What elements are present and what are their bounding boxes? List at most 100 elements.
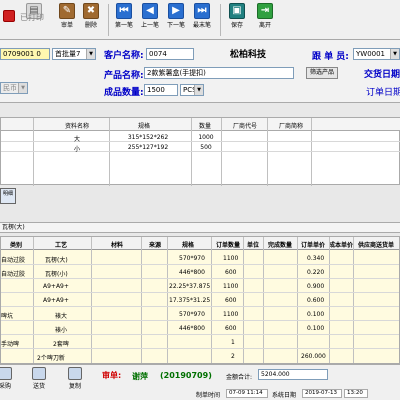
stop-button[interactable] (2, 2, 16, 38)
chevron-down-icon: ▼ (18, 83, 27, 93)
proc-row-1-category[interactable]: 自动过胶 (1, 255, 25, 264)
col-source: 来源 (148, 242, 161, 249)
delivery-button[interactable]: 送货 (26, 367, 52, 390)
proc-row-3-qty[interactable]: 1100 (223, 283, 238, 290)
salesman-label: 跟 单 员: (312, 52, 349, 62)
proc-row-2-qty[interactable]: 600 (225, 269, 236, 276)
proc-row-4-spec[interactable]: 17.375*31.25 (169, 297, 210, 304)
proc-row-2-craft[interactable]: 瓦楞(小) (45, 269, 68, 278)
material-row-2-spec[interactable]: 255*127*192 (113, 144, 183, 151)
material-row-1-spec[interactable]: 315*152*262 (113, 134, 183, 141)
currency-select[interactable]: 民币 ▼ (0, 82, 28, 94)
toolbar-separator (220, 4, 221, 36)
salesman-select[interactable]: YW0001 ▼ (353, 48, 400, 60)
currency-value: 民币 (3, 84, 17, 92)
proc-row-5-spec[interactable]: 570*970 (179, 311, 205, 318)
unit-select[interactable]: PCS ▼ (180, 84, 204, 96)
prev-label: 上一笔 (140, 22, 159, 29)
proc-row-5-craft[interactable]: 裱大 (55, 311, 67, 320)
purchase-label: 采购 (0, 383, 11, 390)
col-vendor-name: 厂商简称 (278, 123, 303, 130)
col-done-qty: 完成数量 (267, 242, 292, 249)
proc-row-7-category[interactable]: 手动啤 (1, 339, 19, 348)
col-vendor-code: 厂商代号 (232, 123, 257, 130)
order-date-label: 订单日期 (366, 88, 400, 98)
proc-row-5-qty[interactable]: 1100 (223, 311, 238, 318)
proc-row-6-craft[interactable]: 裱小 (55, 325, 67, 334)
chevron-down-icon: ▼ (390, 49, 399, 59)
made-time-value: 07-09 11:14 (226, 389, 268, 398)
proc-row-4-qty[interactable]: 600 (225, 297, 236, 304)
column-divider (267, 118, 268, 186)
proc-row-1-craft[interactable]: 瓦楞(大) (45, 255, 68, 264)
purchase-button[interactable]: 采购 (0, 367, 18, 390)
exit-button[interactable]: ⇥ 离开 (254, 2, 276, 38)
system-time-value: 13:20 (344, 389, 368, 398)
review-label: 审单 (60, 22, 73, 29)
save-button[interactable]: ▣ 保存 (226, 2, 248, 38)
proc-row-6-qty[interactable]: 600 (225, 325, 236, 332)
column-divider (211, 237, 212, 363)
material-row-2-qty[interactable]: 500 (193, 144, 219, 151)
last-button[interactable]: ⏭ 最末笔 (190, 2, 214, 38)
order-type-select[interactable]: 首批量7 ▼ (52, 48, 96, 60)
print-button[interactable]: ▤ 已打印 (18, 2, 50, 38)
proc-row-6-price[interactable]: 0.100 (307, 325, 324, 332)
proc-row-7-qty[interactable]: 1 (231, 339, 235, 346)
col-supplier: 供应商送货单 (357, 242, 394, 249)
col-category: 类别 (9, 242, 22, 249)
last-label: 最末笔 (192, 22, 211, 29)
review-code: (20190709) (160, 371, 212, 380)
proc-row-5-category[interactable]: 啤坑 (1, 311, 13, 320)
proc-row-8-craft[interactable]: 2个啤刀新 (37, 353, 65, 362)
proc-row-5-price[interactable]: 0.100 (307, 311, 324, 318)
proc-row-8-qty[interactable]: 2 (231, 353, 235, 360)
reviewer-name: 谢萍 (132, 372, 148, 381)
material-row-2-name[interactable]: 小 (47, 144, 107, 153)
made-time-label: 制单时间 (196, 392, 221, 399)
next-button[interactable]: ▶ 下一笔 (164, 2, 188, 38)
proc-row-1-price[interactable]: 0.340 (307, 255, 324, 262)
review-button[interactable]: ✎ 审单 (56, 2, 78, 38)
toolbar: ▤ 已打印 ✎ 审单 ✖ 删除 ⏮ 第一笔 ◀ 上一笔 ▶ 下一笔 ⏭ 最末笔 … (0, 0, 400, 40)
copy-icon (68, 367, 82, 380)
prev-button[interactable]: ◀ 上一笔 (138, 2, 162, 38)
column-divider (167, 237, 168, 363)
material-row-1-qty[interactable]: 1000 (193, 134, 219, 141)
proc-row-3-price[interactable]: 0.900 (307, 283, 324, 290)
exit-icon: ⇥ (257, 3, 273, 19)
proc-row-3-spec[interactable]: 22.25*37.875 (169, 283, 210, 290)
delete-button[interactable]: ✖ 删除 (80, 2, 102, 38)
column-divider (141, 237, 142, 363)
order-number-field[interactable]: 0709001 0 (0, 48, 50, 60)
first-button[interactable]: ⏮ 第一笔 (112, 2, 136, 38)
chevron-down-icon: ▼ (86, 49, 95, 59)
proc-row-3-craft[interactable]: A9+A9+ (43, 283, 69, 290)
review-status-label: 审单: (102, 371, 122, 380)
bottom-bar: 采购 送货 复制 审单: 谢萍 (20190709) 金额合计: 5204.00… (0, 364, 400, 400)
customer-code-field[interactable]: 0074 (146, 48, 194, 60)
copy-button[interactable]: 复制 (62, 367, 88, 390)
exit-label: 离开 (258, 22, 271, 29)
proc-row-6-spec[interactable]: 446*800 (179, 325, 205, 332)
proc-row-1-qty[interactable]: 1100 (223, 255, 238, 262)
quantity-field[interactable]: 1500 (144, 84, 178, 96)
detail-button[interactable]: 明细 (0, 188, 16, 204)
material-row-1-name[interactable]: 大 (47, 134, 107, 143)
col-spec: 规格 (137, 123, 150, 130)
proc-row-2-spec[interactable]: 446*800 (179, 269, 205, 276)
proc-row-4-price[interactable]: 0.600 (307, 297, 324, 304)
proc-row-2-price[interactable]: 0.220 (307, 269, 324, 276)
proc-row-7-craft[interactable]: 2套啤 (53, 339, 69, 348)
proc-row-1-spec[interactable]: 570*970 (179, 255, 205, 262)
delivery-label: 送货 (32, 383, 45, 390)
proc-row-2-category[interactable]: 自动过胶 (1, 269, 25, 278)
filter-product-button[interactable]: 筛选产品 (306, 67, 338, 79)
col-unit: 单位 (246, 242, 259, 249)
system-date-label: 系统日期 (272, 392, 297, 399)
proc-row-8-price[interactable]: 260.000 (301, 353, 326, 360)
proc-row-4-craft[interactable]: A9+A9+ (43, 297, 69, 304)
column-divider (109, 118, 110, 186)
product-name-field[interactable]: 2款紫薯盒(手提扣) (144, 67, 294, 79)
col-craft: 工艺 (54, 242, 67, 249)
